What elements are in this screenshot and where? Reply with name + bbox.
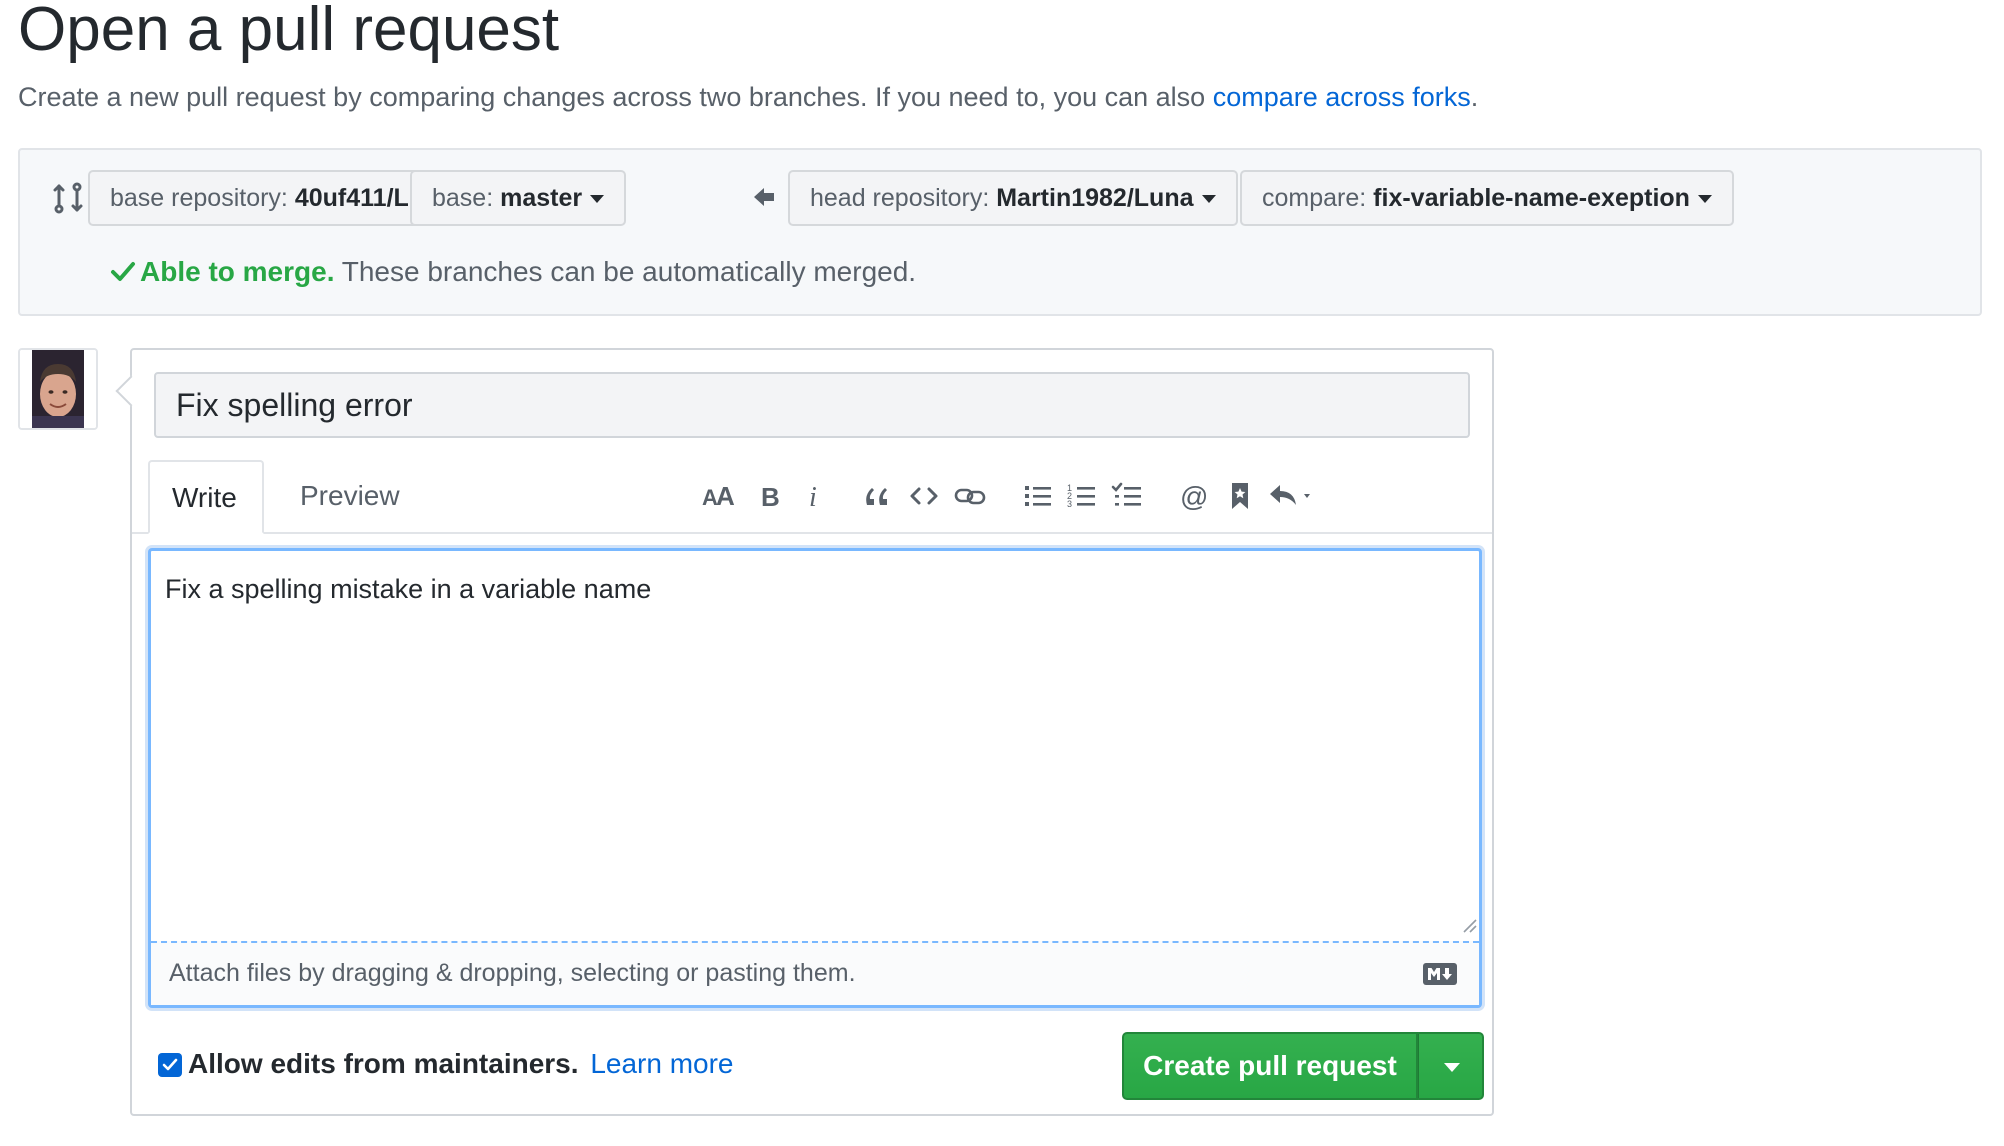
attach-files-text: Attach files by dragging & dropping, sel… bbox=[169, 959, 856, 987]
svg-text:@: @ bbox=[1180, 481, 1208, 512]
git-compare-icon bbox=[53, 182, 83, 214]
bold-icon[interactable]: B bbox=[750, 476, 790, 516]
merge-ok-text: Able to merge. bbox=[140, 256, 335, 287]
code-icon[interactable] bbox=[904, 476, 944, 516]
saved-reply-icon[interactable] bbox=[1220, 476, 1260, 516]
svg-text:i: i bbox=[809, 482, 817, 513]
base-repository-label: base repository: bbox=[110, 184, 295, 212]
compare-panel: base repository: 40uf411/Luna base: mast… bbox=[18, 148, 1982, 316]
page-title: Open a pull request bbox=[18, 0, 560, 64]
caret-down-icon bbox=[1201, 195, 1216, 204]
arrow-left-icon bbox=[754, 188, 774, 206]
italic-icon[interactable]: i bbox=[794, 476, 834, 516]
avatar bbox=[18, 348, 98, 430]
head-repository-select[interactable]: head repository: Martin1982/Luna bbox=[788, 170, 1238, 226]
compare-across-forks-link[interactable]: compare across forks bbox=[1213, 82, 1471, 112]
reply-icon[interactable] bbox=[1266, 476, 1326, 516]
create-pull-request-button[interactable]: Create pull request bbox=[1122, 1032, 1418, 1100]
body-textarea[interactable]: Fix a spelling mistake in a variable nam… bbox=[148, 548, 1482, 1008]
allow-edits-row: Allow edits from maintainers. Learn more bbox=[158, 1046, 734, 1082]
compare-branch-value: fix-variable-name-exeption bbox=[1373, 184, 1690, 212]
tab-preview[interactable]: Preview bbox=[278, 460, 422, 532]
subtitle-text: Create a new pull request by comparing c… bbox=[18, 82, 1213, 112]
allow-edits-checkbox[interactable] bbox=[158, 1053, 182, 1077]
base-branch-value: master bbox=[500, 184, 583, 212]
page-subtitle: Create a new pull request by comparing c… bbox=[18, 80, 1478, 114]
tab-write[interactable]: Write bbox=[148, 460, 264, 534]
body-text: Fix a spelling mistake in a variable nam… bbox=[165, 574, 652, 604]
avatar-photo bbox=[20, 350, 96, 428]
title-input[interactable]: Fix spelling error bbox=[154, 372, 1470, 438]
mention-icon[interactable]: @ bbox=[1174, 476, 1214, 516]
head-repository-value: Martin1982/Luna bbox=[996, 184, 1194, 212]
subtitle-end: . bbox=[1470, 82, 1479, 112]
resize-handle-icon[interactable] bbox=[1461, 917, 1477, 933]
markdown-icon[interactable] bbox=[1423, 963, 1457, 985]
compare-branch-select[interactable]: compare: fix-variable-name-exeption bbox=[1240, 170, 1734, 226]
head-repository-label: head repository: bbox=[810, 184, 997, 212]
learn-more-link[interactable]: Learn more bbox=[590, 1048, 733, 1079]
svg-text:3: 3 bbox=[1067, 499, 1072, 509]
base-branch-select[interactable]: base: master bbox=[410, 170, 627, 226]
header-text-icon[interactable]: AA bbox=[698, 476, 738, 516]
base-branch-label: base: bbox=[432, 184, 501, 212]
link-icon[interactable] bbox=[950, 476, 990, 516]
caret-down-icon bbox=[1697, 195, 1712, 204]
form-pointer bbox=[115, 375, 147, 407]
attach-files-bar[interactable]: Attach files by dragging & dropping, sel… bbox=[151, 941, 1479, 1005]
numbered-list-icon[interactable]: 123 bbox=[1062, 476, 1102, 516]
caret-down-icon bbox=[590, 195, 605, 204]
allow-edits-label: Allow edits from maintainers. bbox=[188, 1048, 579, 1079]
task-list-icon[interactable] bbox=[1108, 476, 1148, 516]
svg-text:A: A bbox=[716, 481, 735, 511]
pull-request-form: Fix spelling error Write Preview AA B i bbox=[115, 348, 1494, 1116]
check-icon bbox=[111, 262, 135, 281]
quote-icon[interactable] bbox=[858, 476, 898, 516]
svg-text:B: B bbox=[761, 482, 780, 512]
caret-down-icon bbox=[1444, 1063, 1460, 1072]
compare-branch-label: compare: bbox=[1262, 184, 1374, 212]
checkmark-icon bbox=[162, 1058, 178, 1071]
merge-status: Able to merge. These branches can be aut… bbox=[110, 254, 916, 290]
page: Open a pull request Create a new pull re… bbox=[0, 0, 2004, 1146]
create-pull-request-group: Create pull request bbox=[1122, 1032, 1484, 1100]
merge-status-text: These branches can be automatically merg… bbox=[334, 256, 917, 287]
editor-tabs-bar: Write Preview AA B i 1 2 3 @ bbox=[132, 460, 1492, 534]
create-options-dropdown[interactable] bbox=[1418, 1032, 1484, 1100]
bulleted-list-icon[interactable] bbox=[1018, 476, 1058, 516]
